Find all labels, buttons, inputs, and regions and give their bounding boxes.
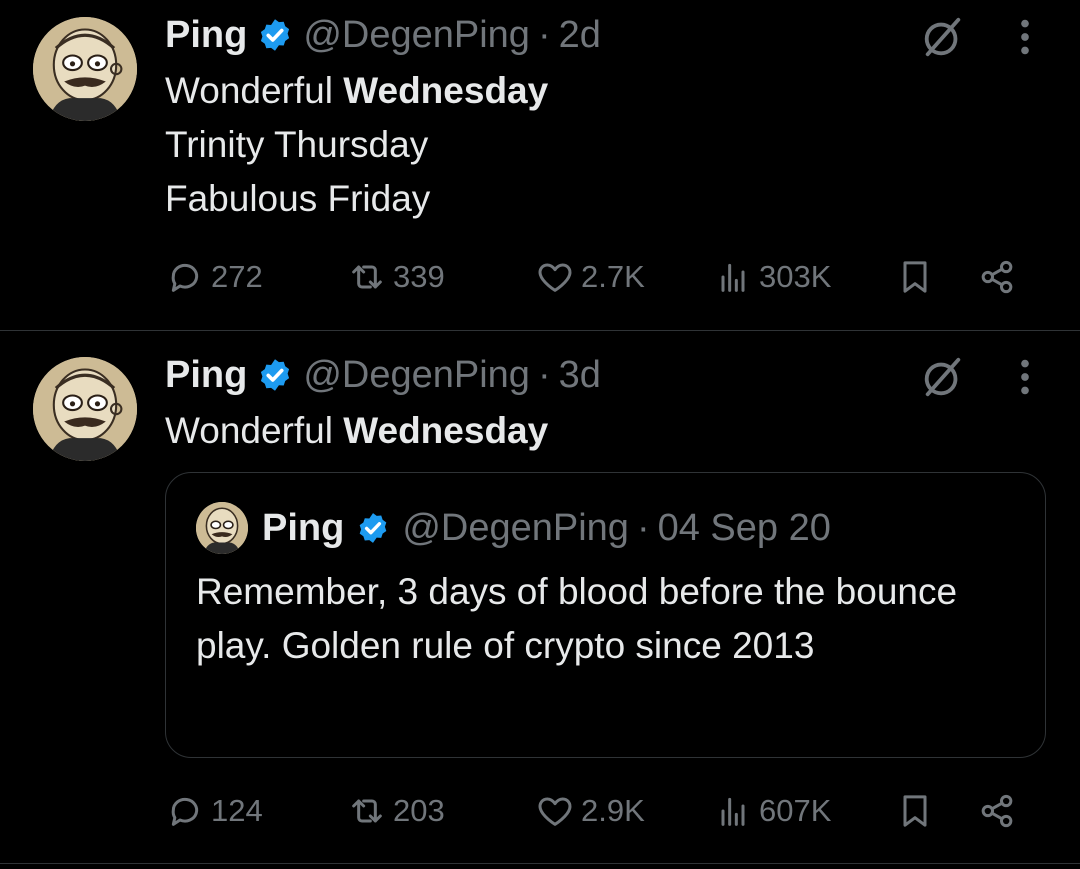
- reply-button[interactable]: 272: [165, 252, 263, 302]
- repost-icon: [352, 799, 382, 823]
- bookmark-button[interactable]: [895, 786, 935, 836]
- views-button[interactable]: 607K: [713, 786, 831, 836]
- tweet-line: Trinity Thursday: [165, 118, 548, 172]
- separator: ·: [537, 13, 551, 56]
- text-bold: Wednesday: [343, 70, 549, 111]
- verified-badge-icon: [261, 19, 290, 51]
- repost-icon: [352, 265, 382, 289]
- author-name[interactable]: Ping: [165, 354, 247, 397]
- timestamp[interactable]: 2d: [559, 14, 601, 57]
- avatar[interactable]: [33, 357, 137, 461]
- quote-author-name: Ping: [262, 506, 345, 549]
- like-button[interactable]: 2.9K: [535, 786, 645, 836]
- tweet[interactable]: Ping @DegenPing · 3d Wonderful Wednesday: [0, 331, 1080, 864]
- share-button[interactable]: [977, 786, 1017, 836]
- separator: ·: [537, 353, 551, 396]
- views-count: 607K: [759, 793, 832, 828]
- text-normal: Fabulous Friday: [165, 178, 431, 219]
- separator: ·: [636, 506, 650, 549]
- quote-text: Remember, 3 days of blood before the bou…: [196, 571, 958, 666]
- repost-button[interactable]: 339: [347, 252, 445, 302]
- text-normal: Trinity Thursday: [165, 124, 429, 165]
- more-icon[interactable]: [1012, 354, 1038, 400]
- grok-icon[interactable]: [920, 14, 966, 60]
- like-count: 2.7K: [581, 259, 645, 294]
- quote-header: Ping @DegenPing · 04 Sep 20: [262, 505, 831, 551]
- quote-author-handle: @DegenPing: [402, 506, 629, 549]
- verified-badge-icon: [360, 513, 387, 543]
- author-handle[interactable]: @DegenPing: [303, 14, 530, 57]
- bookmark-button[interactable]: [895, 252, 935, 302]
- tweet-text: Wonderful Wednesday: [165, 404, 548, 458]
- bookmark-icon: [903, 261, 927, 293]
- tweet-actions: 272 339 2.7K 303K: [165, 252, 1035, 302]
- quote-timestamp: 04 Sep 20: [657, 506, 831, 549]
- share-icon: [981, 794, 1013, 828]
- reply-icon: [171, 263, 199, 292]
- verified-badge-icon: [261, 359, 290, 391]
- views-icon: [721, 797, 745, 826]
- tweet-line: Wonderful Wednesday: [165, 64, 548, 118]
- more-icon[interactable]: [1012, 14, 1038, 60]
- reply-count: 272: [211, 259, 263, 294]
- share-icon: [981, 260, 1013, 294]
- repost-count: 203: [393, 793, 445, 828]
- views-count: 303K: [759, 259, 832, 294]
- like-icon: [538, 797, 572, 826]
- grok-icon[interactable]: [920, 354, 966, 400]
- tweet-line: Wonderful Wednesday: [165, 404, 548, 458]
- repost-button[interactable]: 203: [347, 786, 445, 836]
- quote-avatar: [196, 502, 248, 554]
- like-button[interactable]: 2.7K: [535, 252, 645, 302]
- timeline-feed: Ping @DegenPing · 2d Wonderful Wednesday…: [0, 0, 1080, 869]
- repost-count: 339: [393, 259, 445, 294]
- author-handle[interactable]: @DegenPing: [303, 354, 530, 397]
- like-icon: [538, 263, 572, 292]
- quoted-tweet[interactable]: Ping @DegenPing · 04 Sep 20 Remember, 3 …: [165, 472, 1046, 758]
- reply-count: 124: [211, 793, 263, 828]
- views-icon: [721, 263, 745, 292]
- reply-button[interactable]: 124: [165, 786, 263, 836]
- reply-icon: [171, 797, 199, 826]
- timestamp[interactable]: 3d: [559, 354, 601, 397]
- like-count: 2.9K: [581, 793, 645, 828]
- tweet-line: Fabulous Friday: [165, 172, 548, 226]
- tweet-text: Wonderful Wednesday Trinity Thursday Fab…: [165, 64, 548, 226]
- text-bold: Wednesday: [343, 410, 549, 451]
- share-button[interactable]: [977, 252, 1017, 302]
- bookmark-icon: [903, 795, 927, 827]
- author-name[interactable]: Ping: [165, 14, 247, 57]
- tweet-header: Ping @DegenPing · 3d: [165, 353, 601, 397]
- views-button[interactable]: 303K: [713, 252, 831, 302]
- avatar[interactable]: [33, 17, 137, 121]
- tweet[interactable]: Ping @DegenPing · 2d Wonderful Wednesday…: [0, 0, 1080, 331]
- tweet-actions: 124 203 2.9K 607K: [165, 786, 1035, 836]
- text-normal: Wonderful: [165, 70, 344, 111]
- text-normal: Wonderful: [165, 410, 344, 451]
- tweet-header: Ping @DegenPing · 2d: [165, 13, 601, 57]
